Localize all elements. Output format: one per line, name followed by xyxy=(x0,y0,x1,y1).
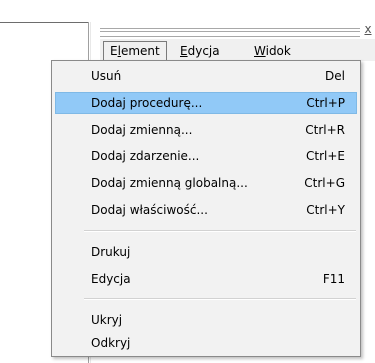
menu-item-shortcut: Ctrl+Y xyxy=(306,203,345,217)
menu-item-shortcut: Ctrl+P xyxy=(306,96,345,110)
menu-item-odkryj[interactable]: Odkryj xyxy=(55,332,357,354)
menu-item-shortcut: Ctrl+R xyxy=(305,123,345,137)
menu-widok[interactable]: Widok xyxy=(248,42,297,60)
menu-item-edycja[interactable]: Edycja F11 xyxy=(55,268,357,290)
close-icon[interactable]: x xyxy=(361,22,375,36)
menu-item-label: Dodaj procedurę... xyxy=(91,96,203,110)
menu-separator xyxy=(84,230,356,232)
menu-item-dodaj-wlasciwosc[interactable]: Dodaj właściwość... Ctrl+Y xyxy=(55,199,357,221)
menu-item-label: Odkryj xyxy=(91,336,131,350)
menu-item-label: Edycja xyxy=(91,272,131,286)
menu-item-label: Dodaj zdarzenie... xyxy=(91,149,200,163)
menu-element[interactable]: Element xyxy=(103,41,167,60)
menu-edycja[interactable]: Edycja xyxy=(174,42,226,60)
menu-item-dodaj-zmienna[interactable]: Dodaj zmienną... Ctrl+R xyxy=(55,119,357,141)
menu-item-label: Dodaj zmienną globalną... xyxy=(91,176,248,190)
menu-item-shortcut: Del xyxy=(325,69,345,83)
menu-item-label: Dodaj właściwość... xyxy=(91,203,208,217)
menu-item-drukuj[interactable]: Drukuj xyxy=(55,241,357,263)
menu-item-label: Ukryj xyxy=(91,313,123,327)
toolbar-grip[interactable] xyxy=(100,28,360,37)
menu-item-ukryj[interactable]: Ukryj xyxy=(55,309,357,331)
left-pane-border xyxy=(0,22,88,23)
menu-item-dodaj-zdarzenie[interactable]: Dodaj zdarzenie... Ctrl+E xyxy=(55,145,357,167)
menu-item-label: Drukuj xyxy=(91,245,131,259)
menu-item-shortcut: Ctrl+E xyxy=(306,149,345,163)
menu-item-shortcut: Ctrl+G xyxy=(304,176,345,190)
element-dropdown-menu: Usuń Del Dodaj procedurę... Ctrl+P Dodaj… xyxy=(51,60,361,357)
menu-bar: Element Edycja Widok xyxy=(100,38,375,61)
menu-item-label: Usuń xyxy=(91,69,122,83)
menu-separator xyxy=(84,298,356,300)
menu-item-dodaj-procedure[interactable]: Dodaj procedurę... Ctrl+P xyxy=(55,92,357,114)
menu-item-dodaj-zmienna-globalna[interactable]: Dodaj zmienną globalną... Ctrl+G xyxy=(55,172,357,194)
menu-item-shortcut: F11 xyxy=(322,272,345,286)
menu-item-label: Dodaj zmienną... xyxy=(91,123,193,137)
menu-item-usun[interactable]: Usuń Del xyxy=(55,65,357,87)
